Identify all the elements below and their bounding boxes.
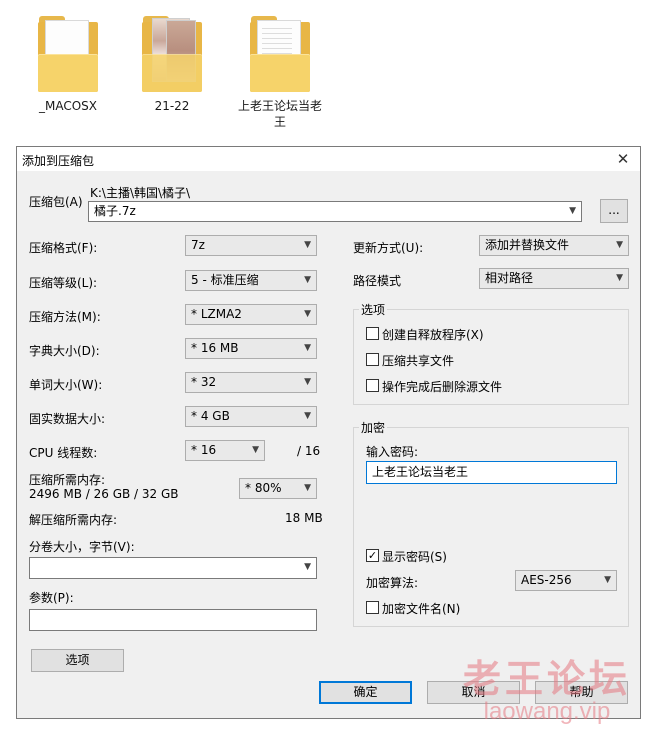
memory-select[interactable]: * 80% ▼ xyxy=(239,478,317,499)
format-value: 7z xyxy=(191,238,205,252)
watermark-cn: 老王论坛 xyxy=(462,657,631,701)
chevron-down-icon: ▼ xyxy=(304,240,311,250)
enc-method-label: 加密算法: xyxy=(366,576,419,590)
chevron-down-icon: ▼ xyxy=(304,377,311,387)
archive-filename: 橘子.7z xyxy=(94,204,136,218)
pathmode-value: 相对路径 xyxy=(485,271,534,285)
pathmode-label: 路径模式 xyxy=(353,274,402,288)
update-label: 更新方式(U): xyxy=(353,241,424,255)
chevron-down-icon: ▼ xyxy=(304,411,311,421)
format-label: 压缩格式(F): xyxy=(29,241,98,255)
shared-checkbox[interactable] xyxy=(366,353,379,366)
method-label: 压缩方法(M): xyxy=(29,310,101,324)
pathmode-select[interactable]: 相对路径 ▼ xyxy=(479,268,629,289)
dict-value: * 16 MB xyxy=(191,341,239,355)
memory-value: * 80% xyxy=(245,481,282,495)
solid-select[interactable]: * 4 GB ▼ xyxy=(185,406,317,427)
sfx-checkbox[interactable] xyxy=(366,327,379,340)
memory-detail: 2496 MB / 26 GB / 32 GB xyxy=(29,487,179,501)
title-bar: 添加到压缩包 ✕ xyxy=(17,147,640,171)
threads-max: / 16 xyxy=(297,444,321,458)
chevron-down-icon: ▼ xyxy=(304,562,311,572)
folder-icon xyxy=(248,14,312,94)
delete-checkbox[interactable] xyxy=(366,379,379,392)
folder-icon xyxy=(36,14,100,94)
chevron-down-icon: ▼ xyxy=(304,343,311,353)
word-value: * 32 xyxy=(191,375,217,389)
show-password-label: 显示密码(S) xyxy=(382,550,447,564)
chevron-down-icon: ▼ xyxy=(616,273,623,283)
level-label: 压缩等级(L): xyxy=(29,276,98,290)
folder-label: 21-22 xyxy=(154,99,190,113)
solid-value: * 4 GB xyxy=(191,409,230,423)
archive-filename-combo[interactable]: 橘子.7z ▼ xyxy=(88,201,582,222)
delete-label: 操作完成后删除源文件 xyxy=(382,380,503,394)
chevron-down-icon: ▼ xyxy=(304,309,311,319)
split-label: 分卷大小，字节(V): xyxy=(29,540,135,554)
threads-select[interactable]: * 16 ▼ xyxy=(185,440,265,461)
chevron-down-icon: ▼ xyxy=(304,275,311,285)
solid-label: 固实数据大小: xyxy=(29,412,106,426)
sfx-label: 创建自释放程序(X) xyxy=(382,328,484,342)
shared-label: 压缩共享文件 xyxy=(382,354,455,368)
decomp-label: 解压缩所需内存: xyxy=(29,513,118,527)
level-value: 5 - 标准压缩 xyxy=(191,273,259,287)
method-value: * LZMA2 xyxy=(191,307,242,321)
close-icon[interactable]: ✕ xyxy=(614,150,632,168)
encryption-group-title: 加密 xyxy=(359,419,388,436)
threads-value: * 16 xyxy=(191,443,217,457)
show-password-checkbox[interactable]: ✓ xyxy=(366,549,379,562)
enc-method-select[interactable]: AES-256 ▼ xyxy=(515,570,617,591)
encrypt-names-label: 加密文件名(N) xyxy=(382,602,461,616)
word-label: 单词大小(W): xyxy=(29,378,103,392)
password-input[interactable]: 上老王论坛当老王 xyxy=(366,461,617,484)
decomp-value: 18 MB xyxy=(285,511,323,525)
word-select[interactable]: * 32 ▼ xyxy=(185,372,317,393)
watermark-url: laowang.vip xyxy=(483,698,611,725)
chevron-down-icon: ▼ xyxy=(304,483,311,493)
dict-select[interactable]: * 16 MB ▼ xyxy=(185,338,317,359)
enc-method-value: AES-256 xyxy=(521,573,572,587)
format-select[interactable]: 7z ▼ xyxy=(185,235,317,256)
folder-macosx[interactable]: _MACOSX xyxy=(18,14,118,114)
folder-label: _MACOSX xyxy=(38,99,97,113)
dict-label: 字典大小(D): xyxy=(29,344,100,358)
level-select[interactable]: 5 - 标准压缩 ▼ xyxy=(185,270,317,291)
options-group-title: 选项 xyxy=(359,301,388,318)
split-combo[interactable]: ▼ xyxy=(29,557,317,579)
memory-label: 压缩所需内存: xyxy=(29,473,106,487)
options-button[interactable]: 选项 xyxy=(31,649,124,672)
params-label: 参数(P): xyxy=(29,591,74,605)
folder-21-22[interactable]: 21-22 xyxy=(122,14,222,114)
method-select[interactable]: * LZMA2 ▼ xyxy=(185,304,317,325)
chevron-down-icon: ▼ xyxy=(616,240,623,250)
threads-label: CPU 线程数: xyxy=(29,446,98,460)
folder-label: 上老王论坛当老王 xyxy=(237,99,322,129)
ok-button[interactable]: 确定 xyxy=(319,681,412,704)
watermark: 老王论坛 laowang.vip xyxy=(463,658,631,724)
archive-path: K:\主播\韩国\橘子\ xyxy=(90,186,191,200)
encrypt-names-checkbox[interactable] xyxy=(366,601,379,614)
chevron-down-icon: ▼ xyxy=(252,445,259,455)
params-input[interactable] xyxy=(29,609,317,631)
folder-laowang[interactable]: 上老王论坛当老王 xyxy=(230,14,330,130)
browse-button[interactable]: ... xyxy=(600,199,628,223)
password-label: 输入密码: xyxy=(366,445,419,459)
folder-icon xyxy=(140,14,204,94)
chevron-down-icon: ▼ xyxy=(604,575,611,585)
add-to-archive-dialog: 添加到压缩包 ✕ 压缩包(A) K:\主播\韩国\橘子\ 橘子.7z ▼ ...… xyxy=(16,146,641,719)
archive-label: 压缩包(A) xyxy=(29,195,83,209)
chevron-down-icon: ▼ xyxy=(569,206,576,216)
update-value: 添加并替换文件 xyxy=(485,238,570,252)
dialog-title: 添加到压缩包 xyxy=(22,154,95,168)
update-select[interactable]: 添加并替换文件 ▼ xyxy=(479,235,629,256)
